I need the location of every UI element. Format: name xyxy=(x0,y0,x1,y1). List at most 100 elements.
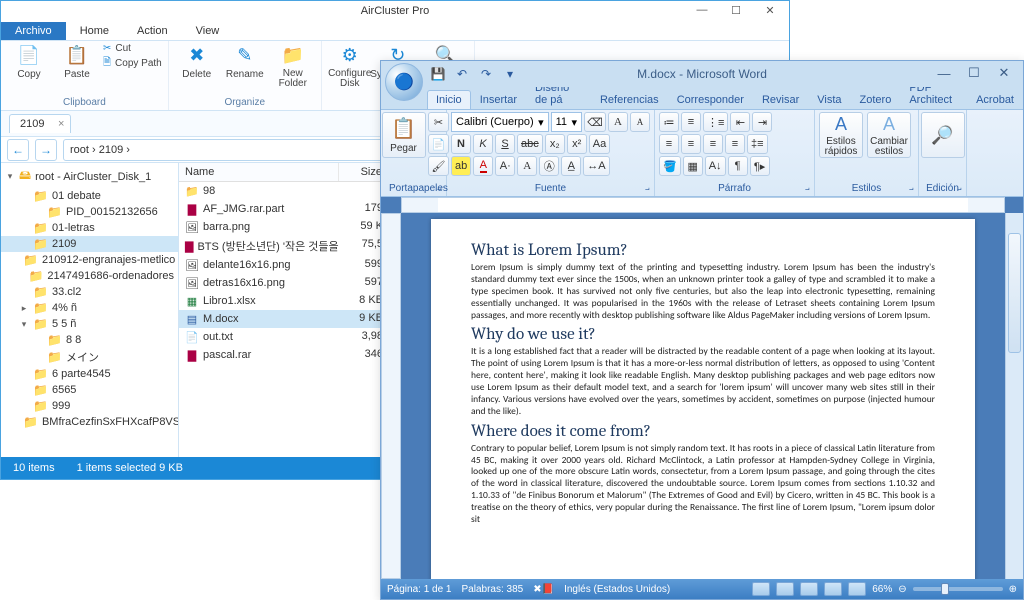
tree-item[interactable]: ▸📁4% ñ xyxy=(1,300,178,316)
ribbon-tab-revisar[interactable]: Revisar xyxy=(753,90,808,109)
ribbon-tab-zotero[interactable]: Zotero xyxy=(851,90,901,109)
document-page[interactable]: What is Lorem Ipsum? Lorem Ipsum is simp… xyxy=(431,219,975,579)
zoom-in-button[interactable]: ⊕ xyxy=(1009,584,1017,595)
qat-more-icon[interactable]: ▾ xyxy=(501,65,519,83)
word-maximize-button[interactable]: ☐ xyxy=(959,63,989,83)
font-color-button[interactable]: A xyxy=(473,156,493,176)
grow-shrink-button[interactable]: A̲ xyxy=(561,156,581,176)
sort-button[interactable]: A↓ xyxy=(705,156,726,176)
align-center-button[interactable]: ≡ xyxy=(681,134,701,154)
zoom-slider[interactable] xyxy=(913,587,1003,591)
close-button[interactable]: ✕ xyxy=(753,1,787,19)
undo-icon[interactable]: ↶ xyxy=(453,65,471,83)
fit-text-button[interactable]: ↔A xyxy=(583,156,609,176)
chevron-icon[interactable]: ▸ xyxy=(19,303,29,314)
tree-item[interactable]: 📁BMfraCezfinSxFHXcafP8VS xyxy=(1,414,178,430)
numbering-button[interactable]: ≡ xyxy=(681,112,701,132)
indent-inc-button[interactable]: ⇥ xyxy=(752,112,772,132)
text-box-button[interactable]: A xyxy=(517,156,537,176)
align-left-button[interactable]: ≡ xyxy=(659,134,679,154)
tree-item[interactable]: 📁6565 xyxy=(1,382,178,398)
minimize-button[interactable]: — xyxy=(685,1,719,19)
col-name[interactable]: Name xyxy=(179,163,339,181)
underline-button[interactable]: S xyxy=(495,134,515,154)
tree-item[interactable]: 📁6 parte4545 xyxy=(1,366,178,382)
tree-item[interactable]: 📁2147491686-ordenadores xyxy=(1,268,178,284)
view-outline-icon[interactable] xyxy=(824,582,842,596)
tree-item[interactable]: ▾📁5 5 ñ xyxy=(1,316,178,332)
vertical-scrollbar[interactable] xyxy=(1005,213,1023,579)
menu-archivo[interactable]: Archivo xyxy=(1,22,66,40)
copy-path-button[interactable]: 🗎Copy Path xyxy=(103,55,162,72)
new-folder-button[interactable]: 📁New Folder xyxy=(271,43,315,89)
shading-button[interactable]: 🪣 xyxy=(659,156,681,176)
view-web-icon[interactable] xyxy=(800,582,818,596)
font-family-select[interactable]: Calibri (Cuerpo)▾ xyxy=(451,112,549,132)
redo-icon[interactable]: ↷ xyxy=(477,65,495,83)
align-justify-button[interactable]: ≡ xyxy=(725,134,745,154)
line-spacing-button[interactable]: ‡≡ xyxy=(747,134,768,154)
tab-close-icon[interactable]: × xyxy=(58,118,64,130)
view-print-layout-icon[interactable] xyxy=(752,582,770,596)
tab-2109[interactable]: 2109× xyxy=(9,114,71,133)
show-marks-button[interactable]: ¶ xyxy=(728,156,748,176)
edicion-button[interactable]: 🔎 xyxy=(921,112,965,158)
horizontal-ruler[interactable] xyxy=(401,197,1005,213)
status-lang[interactable]: Inglés (Estados Unidos) xyxy=(564,584,670,595)
office-orb[interactable]: 🔵 xyxy=(385,63,423,101)
change-case-button[interactable]: Aa xyxy=(589,134,610,154)
superscript-button[interactable]: x² xyxy=(567,134,587,154)
page-viewport[interactable]: What is Lorem Ipsum? Lorem Ipsum is simp… xyxy=(401,213,1005,579)
borders-button[interactable]: ▦ xyxy=(683,156,703,176)
clear-format-button[interactable]: ⌫ xyxy=(584,112,606,132)
menu-action[interactable]: Action xyxy=(123,22,182,40)
tree-item[interactable]: ▾🖴root - AirCluster_Disk_1 xyxy=(1,165,178,188)
cut-button[interactable]: ✂Cut xyxy=(103,43,162,54)
zoom-thumb[interactable] xyxy=(941,583,949,595)
copy-button[interactable]: 📄Copy xyxy=(7,43,51,80)
spellcheck-icon[interactable]: ✖📕 xyxy=(533,584,554,595)
strike-button[interactable]: abc xyxy=(517,134,543,154)
menu-home[interactable]: Home xyxy=(66,22,123,40)
align-right-button[interactable]: ≡ xyxy=(703,134,723,154)
chevron-icon[interactable]: ▾ xyxy=(19,319,29,330)
folder-tree[interactable]: ▾🖴root - AirCluster_Disk_1📁01 debate📁PID… xyxy=(1,163,179,457)
tree-item[interactable]: 📁8 8 xyxy=(1,332,178,348)
tree-item[interactable]: 📁999 xyxy=(1,398,178,414)
ribbon-tab-acrobat[interactable]: Acrobat xyxy=(967,90,1023,109)
ribbon-tab-insertar[interactable]: Insertar xyxy=(471,90,526,109)
ribbon-tab-corresponder[interactable]: Corresponder xyxy=(668,90,753,109)
subscript-button[interactable]: x₂ xyxy=(545,134,565,154)
tree-item[interactable]: 📁01 debate xyxy=(1,188,178,204)
word-titlebar[interactable]: 🔵 💾 ↶ ↷ ▾ M.docx - Microsoft Word — ☐ ✕ xyxy=(381,61,1023,87)
save-icon[interactable]: 💾 xyxy=(429,65,447,83)
multilevel-button[interactable]: ⋮≡ xyxy=(703,112,728,132)
ribbon-tab-referencias[interactable]: Referencias xyxy=(591,90,668,109)
tree-item[interactable]: 📁01-letras xyxy=(1,220,178,236)
bold-button[interactable]: N xyxy=(451,134,471,154)
zoom-out-button[interactable]: ⊖ xyxy=(898,584,906,595)
status-page[interactable]: Página: 1 de 1 xyxy=(387,584,452,595)
word-minimize-button[interactable]: — xyxy=(929,63,959,83)
status-words[interactable]: Palabras: 385 xyxy=(462,584,524,595)
italic-button[interactable]: K xyxy=(473,134,493,154)
grow-font-button[interactable]: A xyxy=(608,112,628,132)
maximize-button[interactable]: ☐ xyxy=(719,1,753,19)
rename-button[interactable]: ✎Rename xyxy=(223,43,267,80)
quick-styles-button[interactable]: AEstilos rápidos xyxy=(819,112,863,158)
aircluster-titlebar[interactable]: AirCluster Pro — ☐ ✕ xyxy=(1,1,789,21)
text-effects-button[interactable]: A· xyxy=(495,156,515,176)
view-draft-icon[interactable] xyxy=(848,582,866,596)
forward-button[interactable]: → xyxy=(35,139,57,161)
indent-dec-button[interactable]: ⇤ xyxy=(730,112,750,132)
tree-item[interactable]: 📁2109 xyxy=(1,236,178,252)
char-border-button[interactable]: Ⓐ xyxy=(539,156,559,176)
zoom-label[interactable]: 66% xyxy=(872,584,892,595)
ribbon-tab-inicio[interactable]: Inicio xyxy=(427,90,471,109)
vertical-ruler[interactable] xyxy=(381,213,401,579)
font-size-select[interactable]: 11▾ xyxy=(551,112,582,132)
shrink-font-button[interactable]: A xyxy=(630,112,650,132)
menu-view[interactable]: View xyxy=(182,22,234,40)
tree-item[interactable]: 📁210912-engranajes-metlico xyxy=(1,252,178,268)
highlight-button[interactable]: ab xyxy=(451,156,471,176)
